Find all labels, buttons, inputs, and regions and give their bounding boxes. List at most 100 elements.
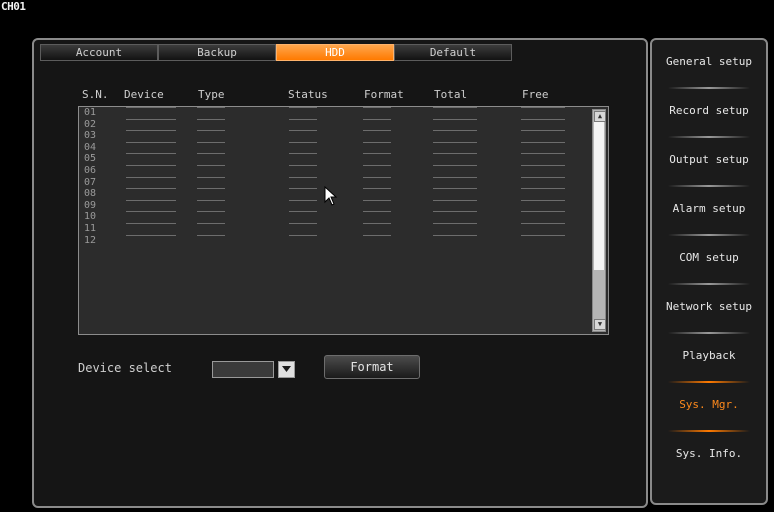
row-serial-number: 01 (84, 107, 97, 118)
empty-cell-dash (521, 164, 565, 166)
empty-cell-dash (289, 130, 317, 132)
menu-separator (668, 185, 750, 187)
empty-cell-dash (197, 199, 225, 201)
menu-item-record-setup[interactable]: Record setup (652, 104, 766, 118)
empty-cell-dash (197, 130, 225, 132)
tab-default[interactable]: Default (394, 44, 512, 61)
menu-item-output-setup[interactable]: Output setup (652, 153, 766, 167)
empty-cell-dash (433, 130, 477, 132)
table-header: S.N. Device Type Status Format Total Fre… (82, 88, 582, 102)
table-row[interactable]: 05 (79, 153, 608, 165)
tab-bar: Account Backup HDD Default (40, 44, 512, 62)
row-serial-number: 02 (84, 118, 97, 130)
table-row[interactable]: 11 (79, 222, 608, 235)
device-select-dropdown[interactable] (212, 361, 274, 378)
table-row[interactable]: 06 (79, 164, 608, 177)
empty-cell-dash (433, 222, 477, 224)
empty-cell-dash (521, 107, 565, 108)
row-serial-number: 08 (84, 188, 97, 200)
table-row[interactable]: 12 (79, 234, 608, 247)
empty-cell-dash (197, 211, 225, 213)
empty-cell-dash (521, 222, 565, 224)
menu-item-sys-mgr[interactable]: Sys. Mgr. (652, 398, 766, 412)
empty-cell-dash (126, 222, 176, 224)
menu-item-general-setup[interactable]: General setup (652, 55, 766, 69)
empty-cell-dash (289, 176, 317, 178)
list-scrollbar[interactable]: ▲ ▼ (592, 109, 606, 332)
empty-cell-dash (363, 164, 391, 166)
empty-cell-dash (433, 188, 477, 190)
empty-cell-dash (126, 118, 176, 120)
scroll-down-arrow-icon[interactable]: ▼ (594, 319, 606, 330)
mouse-pointer-icon (324, 186, 338, 206)
table-row[interactable]: 03 (79, 130, 608, 142)
empty-cell-dash (363, 199, 391, 201)
hdd-management-panel: Account Backup HDD Default S.N. Device T… (32, 38, 648, 508)
empty-cell-dash (433, 199, 477, 201)
hdd-list[interactable]: 01 02 03 04 05 06 07 08 09 10 11 12 (78, 106, 609, 335)
empty-cell-dash (289, 222, 317, 224)
empty-cell-dash (197, 153, 225, 155)
table-row[interactable]: 09 (79, 199, 608, 212)
empty-cell-dash (126, 153, 176, 155)
empty-cell-dash (363, 188, 391, 190)
row-serial-number: 03 (84, 130, 97, 142)
menu-separator (668, 381, 750, 383)
table-row[interactable]: 08 (79, 188, 608, 200)
tab-hdd[interactable]: HDD (276, 44, 394, 61)
table-row[interactable]: 01 (79, 107, 608, 119)
device-select-label: Device select (78, 361, 172, 375)
empty-cell-dash (126, 164, 176, 166)
empty-cell-dash (363, 130, 391, 132)
empty-cell-dash (126, 107, 176, 108)
empty-cell-dash (521, 141, 565, 143)
tab-backup[interactable]: Backup (158, 44, 276, 61)
empty-cell-dash (289, 153, 317, 155)
empty-cell-dash (521, 199, 565, 201)
menu-item-playback[interactable]: Playback (652, 349, 766, 363)
column-header-total: Total (434, 88, 468, 101)
table-row[interactable]: 02 (79, 118, 608, 131)
menu-item-alarm-setup[interactable]: Alarm setup (652, 202, 766, 216)
empty-cell-dash (126, 234, 176, 236)
empty-cell-dash (433, 176, 477, 178)
table-row[interactable]: 07 (79, 176, 608, 189)
table-row[interactable]: 04 (79, 141, 608, 154)
row-serial-number: 09 (84, 199, 97, 211)
empty-cell-dash (289, 164, 317, 166)
empty-cell-dash (126, 199, 176, 201)
menu-separator (668, 234, 750, 236)
empty-cell-dash (197, 234, 225, 236)
empty-cell-dash (521, 211, 565, 213)
scroll-up-arrow-icon[interactable]: ▲ (594, 111, 606, 122)
column-header-sn: S.N. (82, 88, 109, 101)
empty-cell-dash (521, 130, 565, 132)
menu-item-network-setup[interactable]: Network setup (652, 300, 766, 314)
row-serial-number: 05 (84, 153, 97, 165)
empty-cell-dash (363, 107, 391, 108)
scroll-thumb[interactable] (594, 122, 604, 270)
empty-cell-dash (126, 188, 176, 190)
format-button[interactable]: Format (324, 355, 420, 379)
settings-menu: General setup Record setup Output setup Ala… (650, 38, 768, 505)
empty-cell-dash (289, 199, 317, 201)
column-header-status: Status (288, 88, 328, 101)
empty-cell-dash (521, 118, 565, 120)
empty-cell-dash (363, 211, 391, 213)
tab-account[interactable]: Account (40, 44, 158, 61)
empty-cell-dash (521, 234, 565, 236)
empty-cell-dash (433, 234, 477, 236)
empty-cell-dash (197, 176, 225, 178)
empty-cell-dash (433, 107, 477, 108)
empty-cell-dash (126, 130, 176, 132)
menu-item-sys-info[interactable]: Sys. Info. (652, 447, 766, 461)
empty-cell-dash (363, 153, 391, 155)
empty-cell-dash (433, 153, 477, 155)
menu-separator (668, 332, 750, 334)
column-header-type: Type (198, 88, 225, 101)
table-row[interactable]: 10 (79, 211, 608, 223)
menu-separator (668, 87, 750, 89)
dropdown-arrow-icon[interactable] (278, 361, 295, 378)
empty-cell-dash (363, 222, 391, 224)
menu-item-com-setup[interactable]: COM setup (652, 251, 766, 265)
